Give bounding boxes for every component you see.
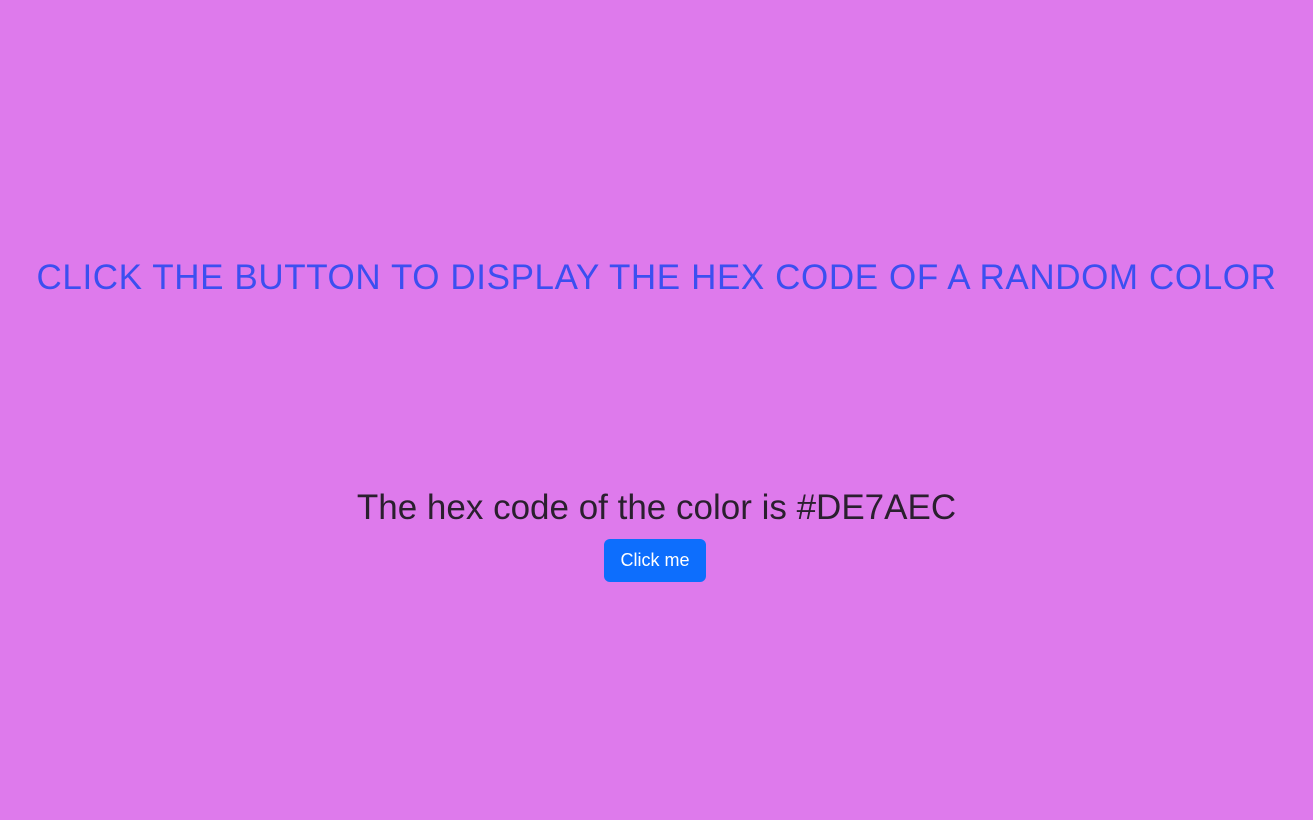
hex-code-value: #DE7AEC (796, 488, 957, 527)
instruction-heading: CLICK THE BUTTON TO DISPLAY THE HEX CODE… (36, 258, 1277, 297)
click-me-button[interactable]: Click me (604, 539, 706, 582)
page: CLICK THE BUTTON TO DISPLAY THE HEX CODE… (0, 0, 1313, 820)
hex-result-line: The hex code of the color is #DE7AEC (0, 485, 1313, 531)
hex-result-prefix: The hex code of the color is (356, 488, 797, 527)
